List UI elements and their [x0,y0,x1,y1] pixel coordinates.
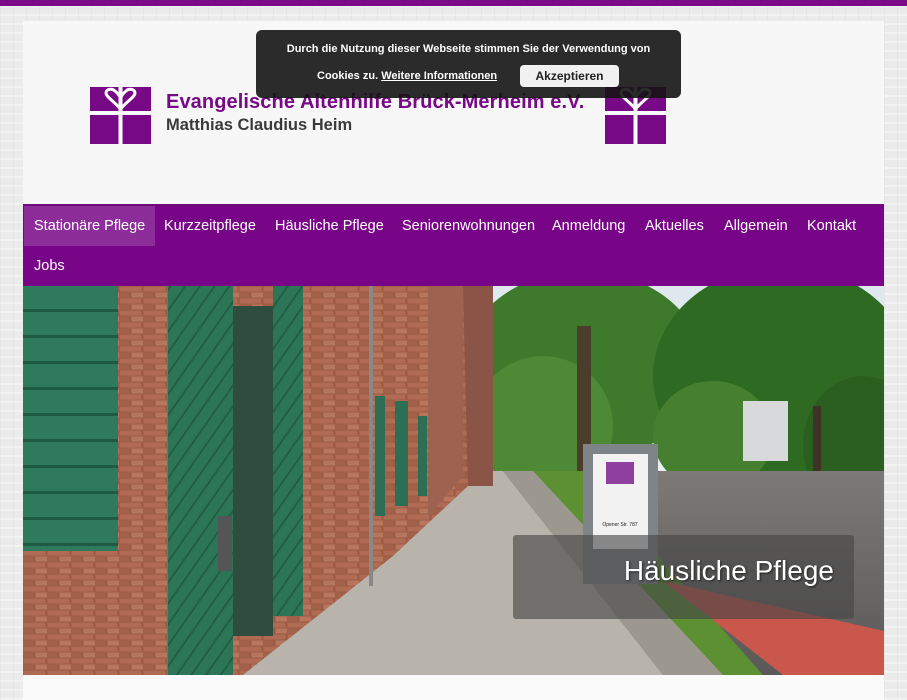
nav-item-stationaere-pflege[interactable]: Stationäre Pflege [24,206,156,246]
nav-item-haeusliche-pflege[interactable]: Häusliche Pflege [265,206,394,246]
nav-item-seniorenwohnungen[interactable]: Seniorenwohnungen [392,206,545,246]
slide-caption: Häusliche Pflege [513,535,854,619]
nav-item-anmeldung[interactable]: Anmeldung [542,206,635,246]
cookie-message-prefix: Cookies zu. [317,70,379,82]
organization-subtitle: Matthias Claudius Heim [166,116,353,134]
nav-item-jobs[interactable]: Jobs [24,246,75,286]
nav-item-aktuelles[interactable]: Aktuelles [635,206,714,246]
hero-slider[interactable]: Opener Str. 787 Häusliche Pflege [23,286,884,675]
more-info-link[interactable]: Weitere Informationen [381,70,497,82]
cross-heart-logo-icon[interactable] [90,87,151,144]
slide-caption-title: Häusliche Pflege [623,555,834,586]
content-area [23,675,884,700]
nav-item-kontakt[interactable]: Kontakt [797,206,866,246]
accept-cookies-button[interactable]: Akzeptieren [520,65,619,87]
nav-item-allgemein[interactable]: Allgemein [714,206,798,246]
cookie-message-line2: Cookies zu. Weitere Informationen [317,70,497,82]
page-container: Evangelische Altenhilfe Brück-Merheim e.… [23,21,884,700]
main-navigation: Stationäre Pflege Kurzzeitpflege Häuslic… [23,204,884,286]
nav-item-kurzzeitpflege[interactable]: Kurzzeitpflege [154,206,266,246]
cookie-banner: Durch die Nutzung dieser Webseite stimme… [256,30,681,98]
cookie-message: Durch die Nutzung dieser Webseite stimme… [286,43,651,55]
sign-address-text: Opener Str. 787 [602,522,638,528]
top-accent-bar [0,0,907,6]
